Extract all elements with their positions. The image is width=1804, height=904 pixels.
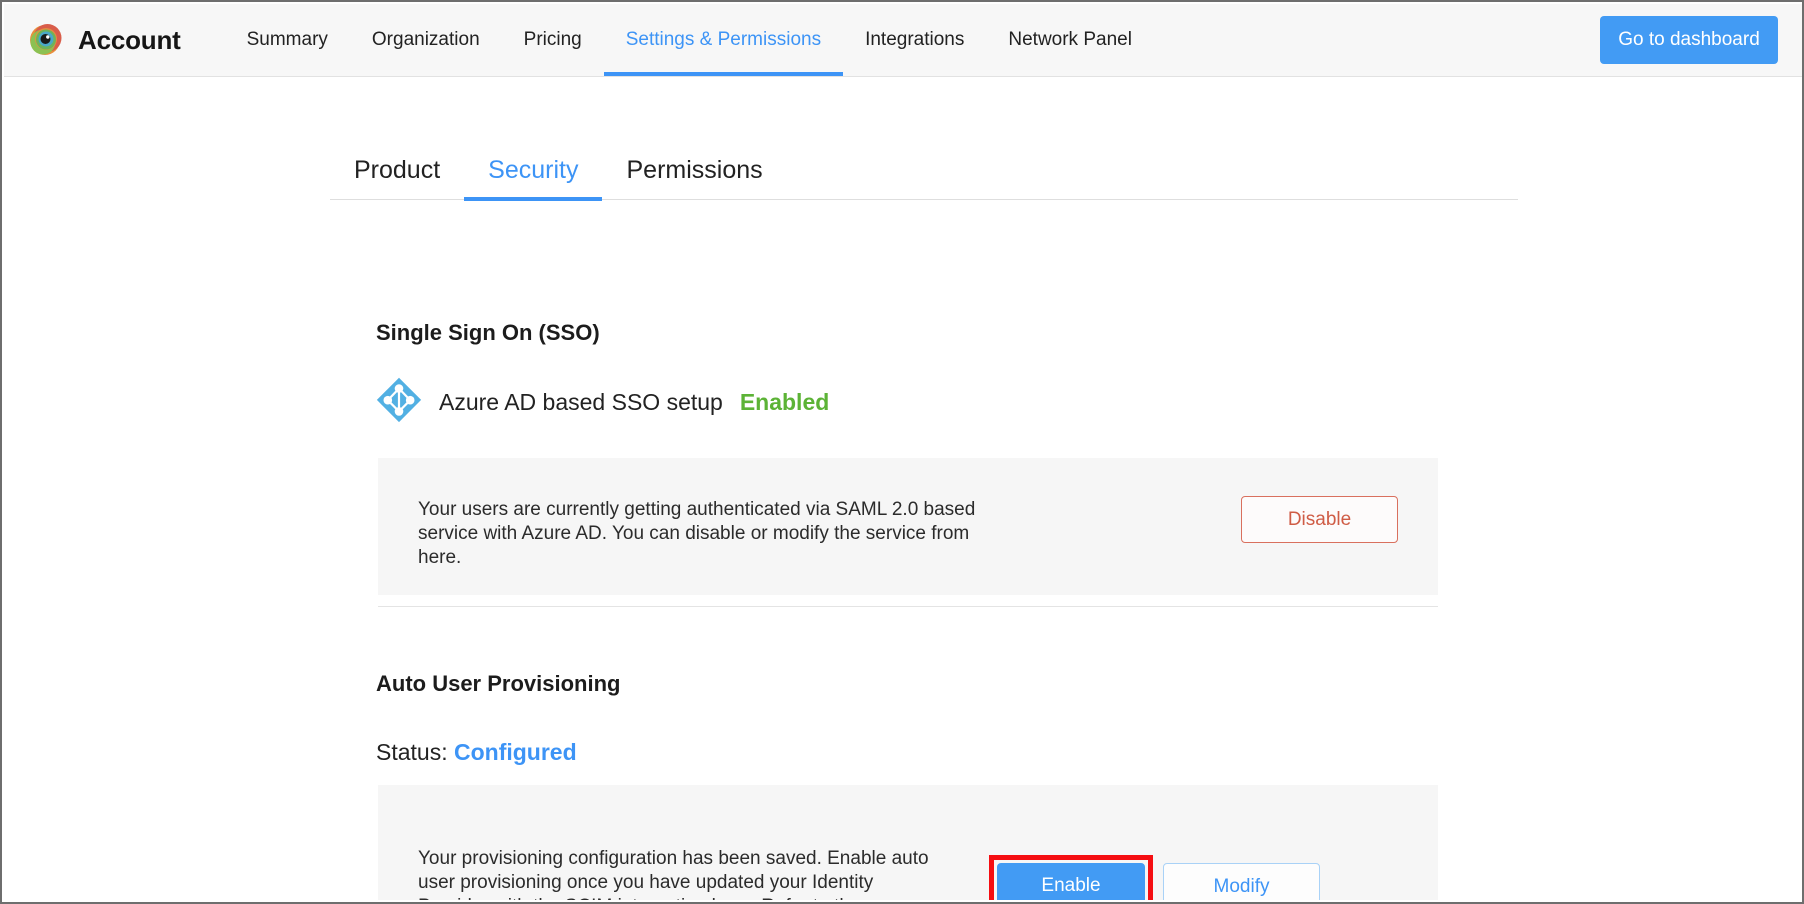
auto-user-provisioning-panel: Your provisioning configuration has been…	[378, 785, 1438, 900]
provisioning-text-before-link: Your provisioning configuration has been…	[418, 848, 929, 900]
tab-permissions[interactable]: Permissions	[602, 156, 786, 199]
nav-link-organization[interactable]: Organization	[350, 4, 502, 76]
tab-product[interactable]: Product	[330, 156, 464, 199]
sso-status-badge: Enabled	[739, 389, 830, 415]
provisioning-status-label: Status:	[376, 739, 448, 765]
app-window: Account Summary Organization Pricing Set…	[0, 0, 1804, 904]
main-content: Product Security Permissions Single Sign…	[4, 77, 1802, 900]
go-to-dashboard-button[interactable]: Go to dashboard	[1600, 16, 1778, 64]
azure-ad-icon	[376, 377, 422, 428]
nav-link-pricing[interactable]: Pricing	[502, 4, 604, 76]
sso-provider-row: Azure AD based SSO setup Enabled	[376, 377, 829, 428]
disable-sso-button[interactable]: Disable	[1241, 496, 1398, 543]
provisioning-status-value: Configured	[454, 739, 577, 765]
nav-link-summary[interactable]: Summary	[225, 4, 350, 76]
nav-link-integrations[interactable]: Integrations	[843, 4, 986, 76]
tab-security[interactable]: Security	[464, 156, 603, 201]
auto-user-provisioning-title: Auto User Provisioning	[376, 671, 621, 696]
provisioning-status-line: Status: Configured	[376, 739, 577, 766]
sso-info-panel: Your users are currently getting authent…	[378, 458, 1438, 595]
brand[interactable]: Account	[26, 20, 181, 60]
sso-setup-label: Azure AD based SSO setup	[439, 389, 723, 415]
provisioning-panel-description: Your provisioning configuration has been…	[418, 847, 938, 900]
top-navigation-bar: Account Summary Organization Pricing Set…	[4, 4, 1802, 77]
settings-tabs: Product Security Permissions	[330, 127, 1518, 201]
brand-title: Account	[78, 24, 181, 55]
sso-panel-description: Your users are currently getting authent…	[418, 499, 976, 568]
nav-link-settings-permissions[interactable]: Settings & Permissions	[603, 4, 844, 76]
eye-logo-icon	[26, 20, 66, 60]
enable-provisioning-button[interactable]: Enable	[997, 863, 1145, 900]
section-divider	[378, 606, 1438, 607]
modify-provisioning-button[interactable]: Modify	[1163, 863, 1320, 900]
nav-link-network-panel[interactable]: Network Panel	[986, 4, 1154, 76]
nav-links: Summary Organization Pricing Settings & …	[225, 4, 1154, 76]
sso-section-title: Single Sign On (SSO)	[376, 320, 600, 345]
